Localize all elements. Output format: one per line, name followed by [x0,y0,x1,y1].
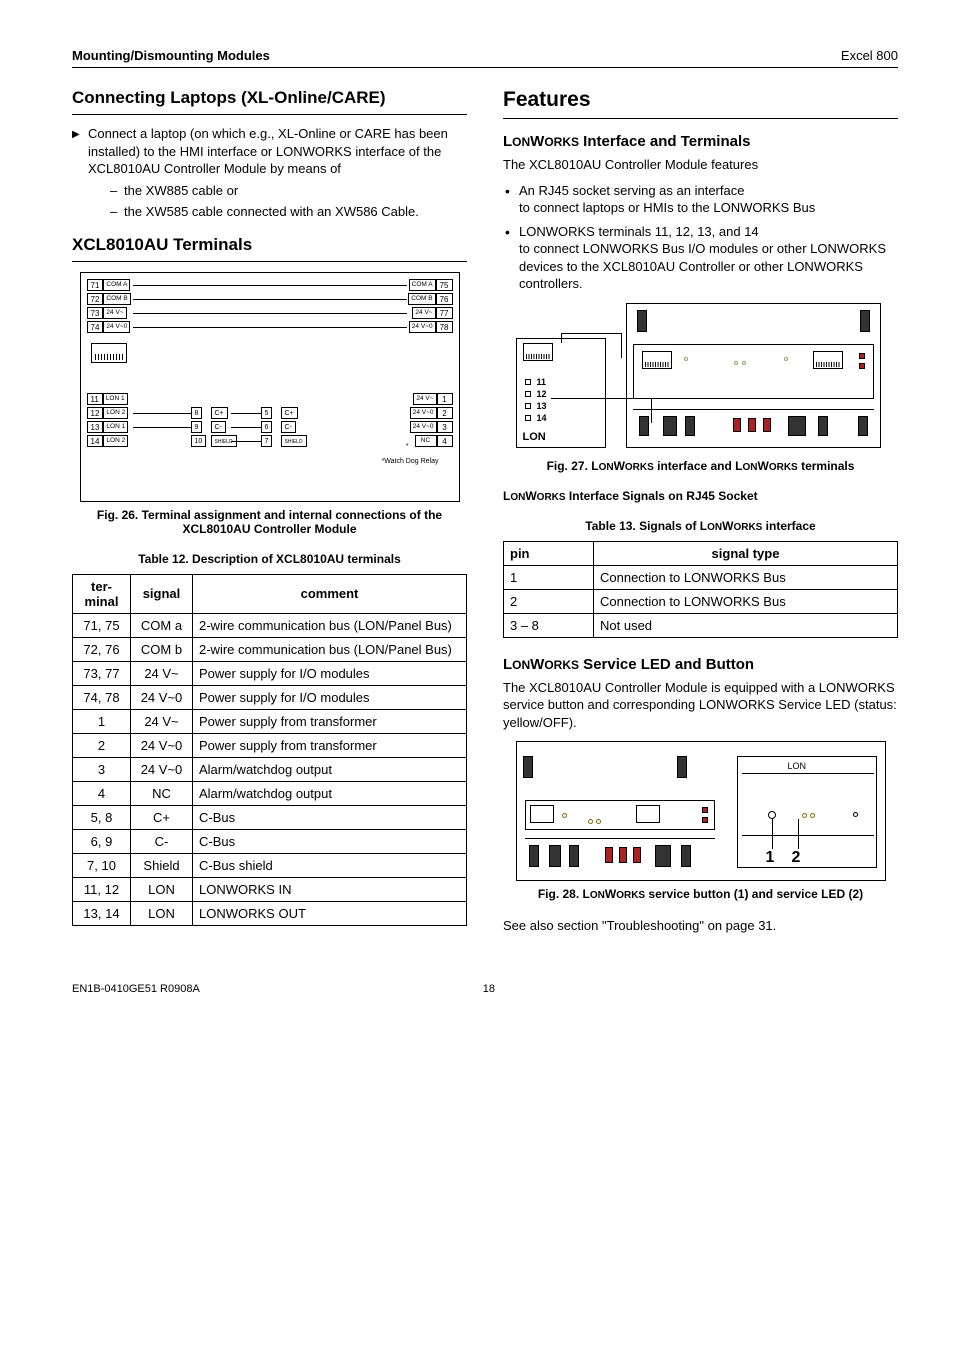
table-12: ter-minal signal comment 71, 75COM a2-wi… [72,574,467,926]
iface-bullet-1: An RJ45 socket serving as an interface t… [503,182,898,217]
see-also: See also section "Troubleshooting" on pa… [503,917,898,935]
connect-intro: Connect a laptop (on which e.g., XL-Onli… [88,126,448,176]
rule [72,261,467,262]
table-row: 13, 14LONLONWORKS OUT [73,901,467,925]
connect-option-2: the XW585 cable connected with an XW586 … [110,203,467,221]
term-71: 71 [87,279,104,291]
led-paragraph: The XCL8010AU Controller Module is equip… [503,679,898,732]
term-13: 13 [87,421,104,433]
figure-28-caption: Fig. 28. LONWORKS service button (1) and… [503,887,898,901]
table-row: 71, 75COM a2-wire communication bus (LON… [73,613,467,637]
rj45-socket-icon [636,805,660,823]
callout-2: 2 [792,849,801,867]
term-8: 8 [191,407,203,419]
lon-label: LON [523,431,546,443]
watchdog-star: * [406,443,409,450]
table-13-caption: Table 13. Signals of LONWORKS interface [503,519,898,533]
th-pin: pin [504,541,594,565]
term-4: 4 [437,435,453,447]
header-right: Excel 800 [841,48,898,63]
table-row: 5, 8C+C-Bus [73,805,467,829]
table-row: 7, 10ShieldC-Bus shield [73,853,467,877]
footer-page-number: 18 [200,983,778,995]
heading-xcl-terminals: XCL8010AU Terminals [72,235,467,255]
th-signal: signal [131,574,193,613]
header-left: Mounting/Dismounting Modules [72,48,270,63]
rule [72,114,467,115]
iface-bullet-2: LONWORKS terminals 11, 12, 13, and 14 to… [503,223,898,293]
service-button-icon [768,811,776,819]
term-73: 73 [87,307,104,319]
term-1: 1 [437,393,453,405]
lon-label: LON [788,761,807,771]
figure-27: 11 12 13 14 LON [503,303,898,453]
term-72: 72 [87,293,104,305]
rj45-socket-icon [530,805,554,823]
service-led-icon [853,812,858,817]
table-row: 324 V~0Alarm/watchdog output [73,757,467,781]
term-11: 11 [87,393,103,405]
heading-lonworks-interface: LONWORKS Interface and Terminals [503,133,898,150]
table-12-caption: Table 12. Description of XCL8010AU termi… [72,552,467,566]
term-14: 14 [87,435,104,447]
th-terminal: ter-minal [73,574,131,613]
callout-1: 1 [766,849,775,867]
footer: EN1B-0410GE51 R0908A 18 [72,983,898,995]
term-12: 12 [87,407,104,419]
term-3: 3 [437,421,453,433]
rj45-socket-icon [91,343,127,363]
table-row: 3 – 8Not used [504,613,898,637]
rj45-interface-icon [642,351,672,369]
term-77: 77 [436,307,453,319]
figure-26: 71COM A 72COM B 7324 V~ 7424 V~0 75COM A… [72,272,467,502]
table-row: 2Connection to LONWORKS Bus [504,589,898,613]
table-row: 74, 7824 V~0Power supply for I/O modules [73,685,467,709]
heading-service-led: LONWORKS Service LED and Button [503,656,898,673]
header-bar: Mounting/Dismounting Modules Excel 800 [72,48,898,68]
term-10: 10 [191,435,207,447]
table-row: 73, 7724 V~Power supply for I/O modules [73,661,467,685]
term-78: 78 [436,321,453,333]
iface-intro: The XCL8010AU Controller Module features [503,156,898,174]
table-row: 124 V~Power supply from transformer [73,709,467,733]
heading-connecting-laptops: Connecting Laptops (XL-Online/CARE) [72,88,467,108]
figure-26-caption: Fig. 26. Terminal assignment and interna… [72,508,467,536]
table-row: 224 V~0Power supply from transformer [73,733,467,757]
term-2: 2 [437,407,453,419]
rule [503,118,898,119]
rj45-interface-icon [813,351,843,369]
th-signal-type: signal type [594,541,898,565]
connect-step: Connect a laptop (on which e.g., XL-Onli… [72,125,467,221]
figure-28: LON 1 2 [503,741,898,881]
th-comment: comment [193,574,467,613]
table-row: 6, 9C-C-Bus [73,829,467,853]
term-7: 7 [261,435,273,447]
connect-option-1: the XW885 cable or [110,182,467,200]
table-row: 4NCAlarm/watchdog output [73,781,467,805]
term-74: 74 [87,321,104,333]
rj45-socket-icon [523,343,553,361]
term-76: 76 [436,293,453,305]
footer-left: EN1B-0410GE51 R0908A [72,983,200,995]
term-5: 5 [261,407,273,419]
figure-27-caption: Fig. 27. LONWORKS interface and LONWORKS… [503,459,898,473]
table-row: 1Connection to LONWORKS Bus [504,565,898,589]
table-row: 11, 12LONLONWORKS IN [73,877,467,901]
watchdog-label: *Watch Dog Relay [382,458,439,465]
term-6: 6 [261,421,273,433]
heading-features: Features [503,88,898,112]
table-row: 72, 76COM b2-wire communication bus (LON… [73,637,467,661]
heading-rj45-signals: LONWORKS Interface Signals on RJ45 Socke… [503,489,898,503]
term-9: 9 [191,421,203,433]
term-75: 75 [436,279,453,291]
table-13: pin signal type 1Connection to LONWORKS … [503,541,898,638]
